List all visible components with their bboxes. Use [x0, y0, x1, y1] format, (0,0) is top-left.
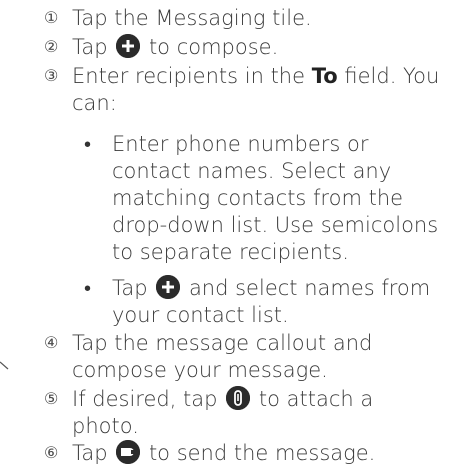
page-edge-mark [0, 361, 9, 370]
bullet-text-part: Tap [112, 276, 148, 300]
step-text: Tap to send the message. [72, 439, 375, 467]
step-text-part: Tap [72, 35, 108, 59]
step-number: ② [44, 37, 59, 56]
bullet-text: contact names. Select any [112, 159, 392, 183]
bullet-text: matching contacts from the [112, 186, 404, 210]
step-text-part: to send the message. [148, 441, 376, 465]
bullet-text: to separate recipients. [112, 240, 349, 264]
step-text-part: Tap the Messaging tile. [72, 6, 312, 30]
plus-circle-icon [156, 275, 181, 299]
instruction-page: ① Tap the Messaging tile. ② Tap to compo… [0, 0, 474, 467]
step-text-part: Enter recipients in the [72, 64, 306, 88]
step-text: If desired, tap to attach a [72, 385, 373, 413]
step-number: ① [44, 8, 59, 27]
plus-circle-icon [116, 34, 141, 58]
paperclip-icon [226, 386, 251, 410]
send-icon [116, 440, 141, 464]
step-number: ④ [44, 333, 59, 352]
bullet-text: Tap and select names from [112, 274, 430, 302]
step-text-cont: compose your message. [72, 358, 328, 382]
bullet-text-part: and select names from [188, 276, 431, 300]
bullet-marker: • [84, 132, 92, 156]
step-text: Tap the Messaging tile. [72, 4, 312, 32]
step-text-cont: photo. [72, 414, 139, 438]
step-text-cont: can: [72, 91, 117, 115]
step-text-part: field. You [344, 64, 440, 88]
step-text-part: If desired, tap [72, 387, 218, 411]
bullet-text: Enter phone numbers or [112, 132, 369, 156]
bullet-text: drop-down list. Use semicolons [112, 213, 439, 237]
step-number: ③ [44, 66, 59, 85]
step-number: ⑥ [44, 443, 59, 462]
step-text: Enter recipients in the To field. You [72, 62, 439, 90]
bullet-text: your contact list. [112, 303, 289, 327]
step-text-part: to compose. [148, 35, 279, 59]
to-field-label: To [311, 64, 338, 88]
step-text-part: Tap [72, 441, 108, 465]
step-text: Tap the message callout and [72, 331, 373, 355]
step-text-part: to attach a [258, 387, 374, 411]
bullet-marker: • [84, 276, 92, 300]
step-number: ⑤ [44, 389, 59, 408]
step-text: Tap to compose. [72, 33, 278, 61]
